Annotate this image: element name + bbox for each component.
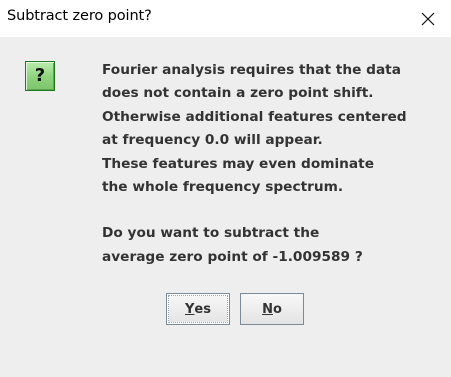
dialog-title: Subtract zero point? [7, 8, 152, 24]
message-line: does not contain a zero point shift. [102, 85, 374, 102]
question-line: average zero point of -1.009589 ? [102, 248, 363, 265]
yes-label-rest: es [194, 301, 211, 317]
title-bar[interactable]: Subtract zero point? [0, 0, 451, 37]
yes-mnemonic: Y [185, 301, 195, 317]
message-line: the whole frequency spectrum. [102, 178, 344, 195]
question-glyph: ? [34, 65, 46, 86]
confirm-dialog: Subtract zero point? ? Fourier analysis … [0, 0, 451, 377]
no-label-rest: o [272, 301, 282, 317]
message-line: Fourier analysis requires that the data [102, 62, 401, 78]
message-line: These features may even dominate [102, 155, 374, 172]
close-icon [421, 12, 435, 25]
dialog-body: ? Fourier analysis requires that the dat… [0, 37, 451, 377]
close-button[interactable] [405, 0, 451, 37]
message-text: Fourier analysis requires that the data … [102, 59, 447, 269]
question-icon: ? [25, 61, 55, 91]
question-line: Do you want to subtract the [102, 225, 320, 242]
no-button[interactable]: No [240, 293, 304, 325]
yes-button[interactable]: Yes [166, 293, 230, 325]
message-line: Otherwise additional features centered [102, 108, 407, 125]
no-mnemonic: N [262, 301, 273, 317]
message-line: at frequency 0.0 will appear. [102, 132, 323, 149]
